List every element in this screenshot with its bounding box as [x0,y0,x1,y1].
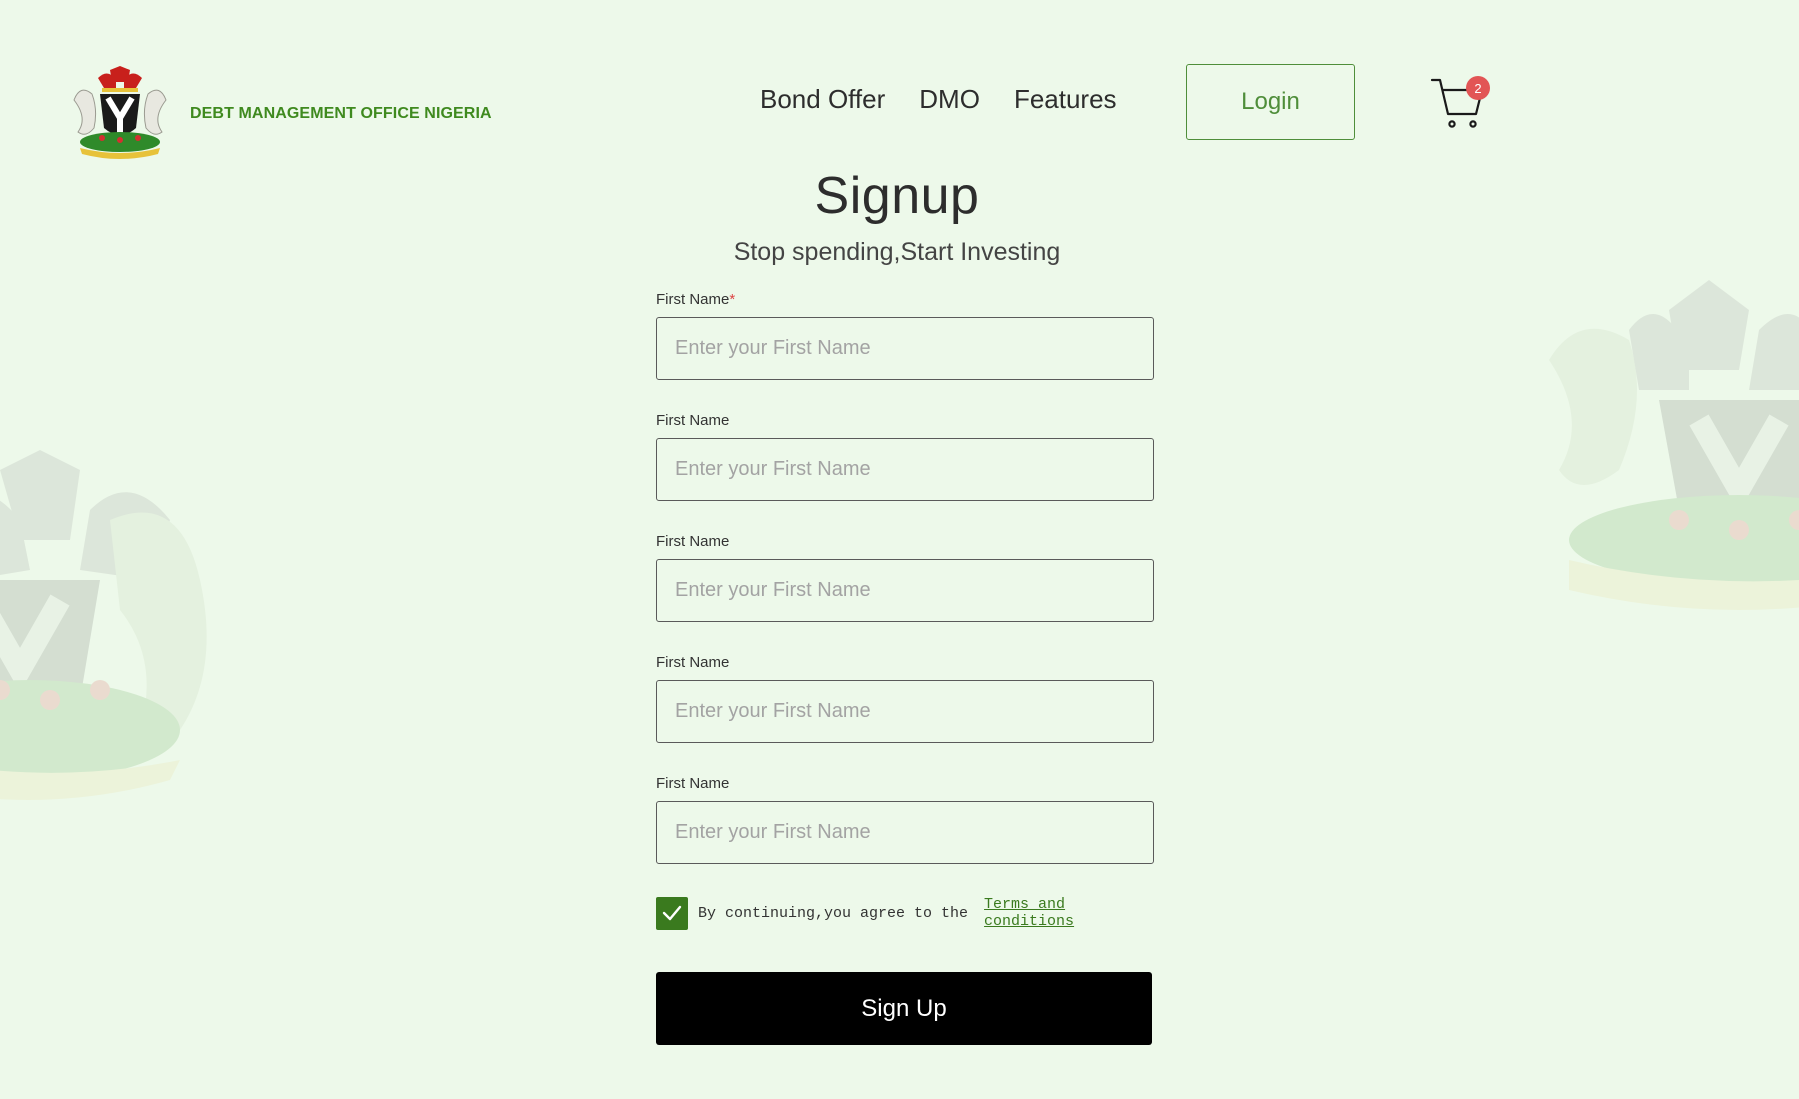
required-indicator: * [729,291,736,308]
nav-link-dmo[interactable]: DMO [919,84,980,115]
form-field: First Name* [656,291,1154,380]
field-label: First Name [656,533,730,550]
brand-name: DEBT MANAGEMENT OFFICE NIGERIA [190,105,492,122]
signup-button[interactable]: Sign Up [656,972,1152,1045]
field-label: First Name [656,412,730,429]
page-title: Signup [814,167,980,225]
terms-row: By continuing,you agree to the Terms and… [656,896,1154,930]
site-header: DEBT MANAGEMENT OFFICE NIGERIA Bond Offe… [0,0,1799,170]
page-subtitle: Stop spending,Start Investing [733,238,1061,266]
signup-section: Signup Stop spending,Start Investing Fir… [656,166,1154,1045]
terms-text: By continuing,you agree to the [698,904,969,922]
field-label: First Name [656,654,730,671]
background-emblem-left [0,450,207,800]
form-field: First Name [656,654,1154,743]
main-nav: Bond Offer DMO Features [760,84,1117,115]
field-label: First Name* [656,291,736,308]
field-label: First Name [656,775,730,792]
brand[interactable]: DEBT MANAGEMENT OFFICE NIGERIA [66,66,492,162]
terms-link[interactable]: Terms and conditions [984,896,1154,930]
first-name-input-3[interactable] [656,559,1154,622]
background-emblem-right [1549,280,1799,610]
cart-button[interactable]: 2 [1430,74,1492,132]
first-name-input-4[interactable] [656,680,1154,743]
form-field: First Name [656,533,1154,622]
first-name-input[interactable] [656,317,1154,380]
first-name-input-5[interactable] [656,801,1154,864]
nav-link-features[interactable]: Features [1014,84,1117,115]
form-field: First Name [656,775,1154,864]
nav-link-bond-offer[interactable]: Bond Offer [760,84,885,115]
checkmark-icon [662,905,682,921]
login-button[interactable]: Login [1186,64,1355,140]
form-field: First Name [656,412,1154,501]
terms-checkbox[interactable] [656,896,688,930]
coat-of-arms-logo [73,66,167,159]
first-name-input-2[interactable] [656,438,1154,501]
cart-count-badge: 2 [1466,76,1490,100]
signup-form: First Name* First Name First Name First … [656,291,1154,1045]
